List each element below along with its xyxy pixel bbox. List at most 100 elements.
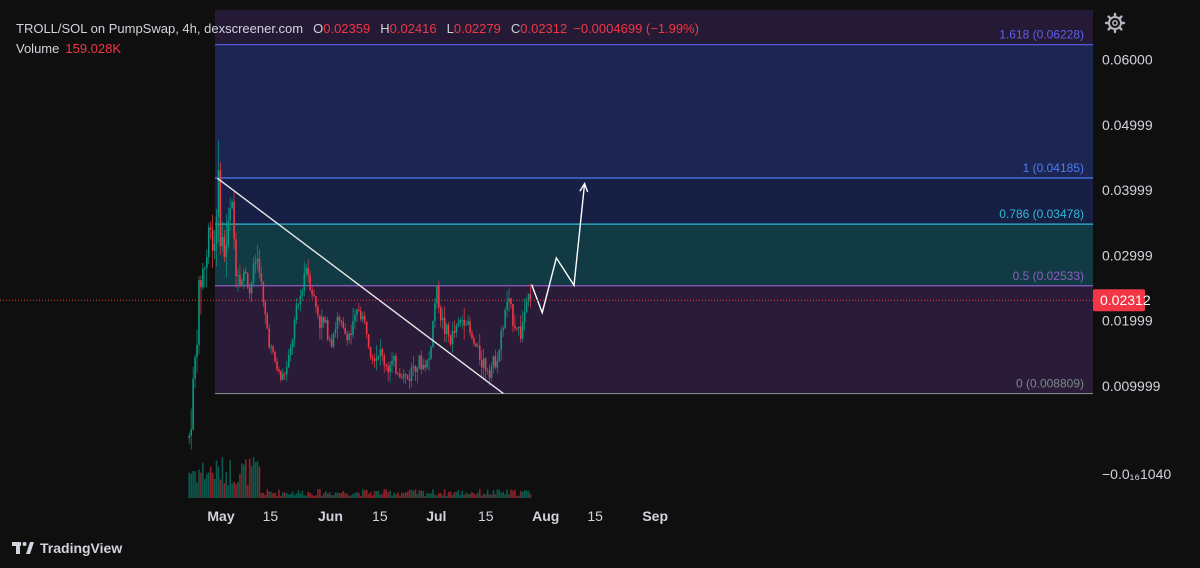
candle-body [463, 319, 465, 326]
candle-body [471, 332, 473, 339]
volume-bar [342, 490, 345, 498]
close-label: C [510, 21, 521, 36]
candle-body [441, 317, 444, 321]
volume-bar [262, 492, 265, 498]
candle-body [264, 302, 267, 315]
candle-body [350, 333, 352, 336]
candle-body [270, 346, 272, 348]
candle-body [260, 273, 263, 282]
candle-body [266, 314, 269, 329]
volume-bar [527, 490, 530, 498]
volume-bar [243, 464, 245, 498]
volume-bar [418, 490, 421, 498]
y-tick-label: 0.02999 [1102, 247, 1153, 263]
volume-bar [402, 493, 405, 498]
volume-bar [295, 493, 298, 498]
candle-body [200, 280, 202, 288]
high-value: 0.02416 [389, 21, 437, 36]
candle-body [322, 316, 325, 323]
candle-body [215, 216, 218, 244]
volume-bar [330, 494, 333, 498]
volume-bar [237, 481, 239, 498]
candle-body [213, 243, 216, 251]
volume-bar [502, 491, 504, 498]
fib-zone-786 [215, 224, 1093, 286]
candle-body [194, 357, 196, 379]
candle-body [319, 315, 321, 329]
volume-bar [399, 495, 401, 498]
tradingview-brand[interactable]: TradingView [12, 540, 122, 556]
volume-bar [270, 491, 272, 498]
volume-bar [315, 495, 317, 498]
volume-bar [207, 472, 210, 498]
candle-body [473, 338, 475, 344]
low-label: L [446, 21, 454, 36]
price-chart[interactable]: 1.618 (0.06228) 1 (0.04185) 0.786 (0.03478… [0, 0, 1200, 568]
candle-body [305, 267, 308, 274]
candle-body [373, 359, 376, 361]
volume-bar [309, 492, 311, 498]
volume-bar [375, 491, 378, 498]
volume-bar [266, 489, 269, 498]
candle-body [248, 287, 251, 294]
candle-body [434, 303, 436, 321]
candle-body [465, 324, 467, 326]
candle-body [352, 321, 354, 336]
y-tick-label: −0.0₁₆1040 [1102, 466, 1171, 482]
volume-bar [441, 495, 444, 498]
tradingview-brand-label: TradingView [40, 540, 123, 556]
candle-body [223, 236, 226, 257]
candle-body [268, 328, 270, 348]
candle-body [399, 373, 401, 378]
volume-bar [420, 490, 423, 498]
fib-label-0: 0 (0.008809) [1016, 377, 1084, 391]
candle-body [307, 267, 309, 276]
volume-bar [352, 493, 354, 498]
volume-bar [358, 492, 360, 498]
volume-bar [233, 481, 235, 498]
volume-bar [209, 466, 212, 498]
candle-body [492, 356, 495, 367]
candle-body [338, 316, 341, 321]
volume-bar [414, 489, 417, 498]
candle-body [239, 274, 241, 287]
candle-body [241, 280, 243, 287]
volume-bar [395, 494, 397, 498]
candle-body [506, 301, 508, 310]
tradingview-logo-icon [12, 542, 34, 554]
volume-bar [445, 495, 448, 498]
candle-body [297, 304, 300, 306]
volume-bar [307, 491, 309, 498]
y-tick-label: 0.01999 [1102, 313, 1153, 329]
candle-body [369, 347, 372, 357]
high-label: H [380, 21, 390, 36]
candle-body [205, 257, 208, 268]
volume-bar [248, 458, 251, 498]
volume-bar [457, 490, 460, 498]
candle-body [244, 271, 247, 274]
volume-bar [291, 491, 294, 498]
volume-bar [225, 471, 228, 498]
candle-body [211, 229, 214, 251]
candle-body [330, 339, 333, 347]
fib-label-0-5: 0.5 (0.02533) [1013, 269, 1084, 283]
candle-body [231, 201, 233, 209]
candle-body [356, 309, 358, 316]
volume-bar [194, 471, 196, 498]
volume-bar [231, 483, 233, 498]
candle-body [334, 328, 337, 334]
volume-bar [510, 489, 512, 498]
gear-icon[interactable] [1104, 12, 1126, 34]
candle-body [233, 201, 235, 240]
candle-body [484, 358, 487, 371]
volume-bar [478, 489, 481, 498]
candle-body [282, 373, 284, 380]
volume-bar [221, 457, 224, 498]
candle-body [311, 289, 313, 295]
volume-bar [217, 466, 220, 498]
volume-bar [453, 492, 456, 498]
candle-body [418, 355, 421, 368]
x-tick-label: 15 [372, 508, 388, 524]
candle-body [512, 304, 514, 326]
volume-bar [422, 490, 425, 498]
